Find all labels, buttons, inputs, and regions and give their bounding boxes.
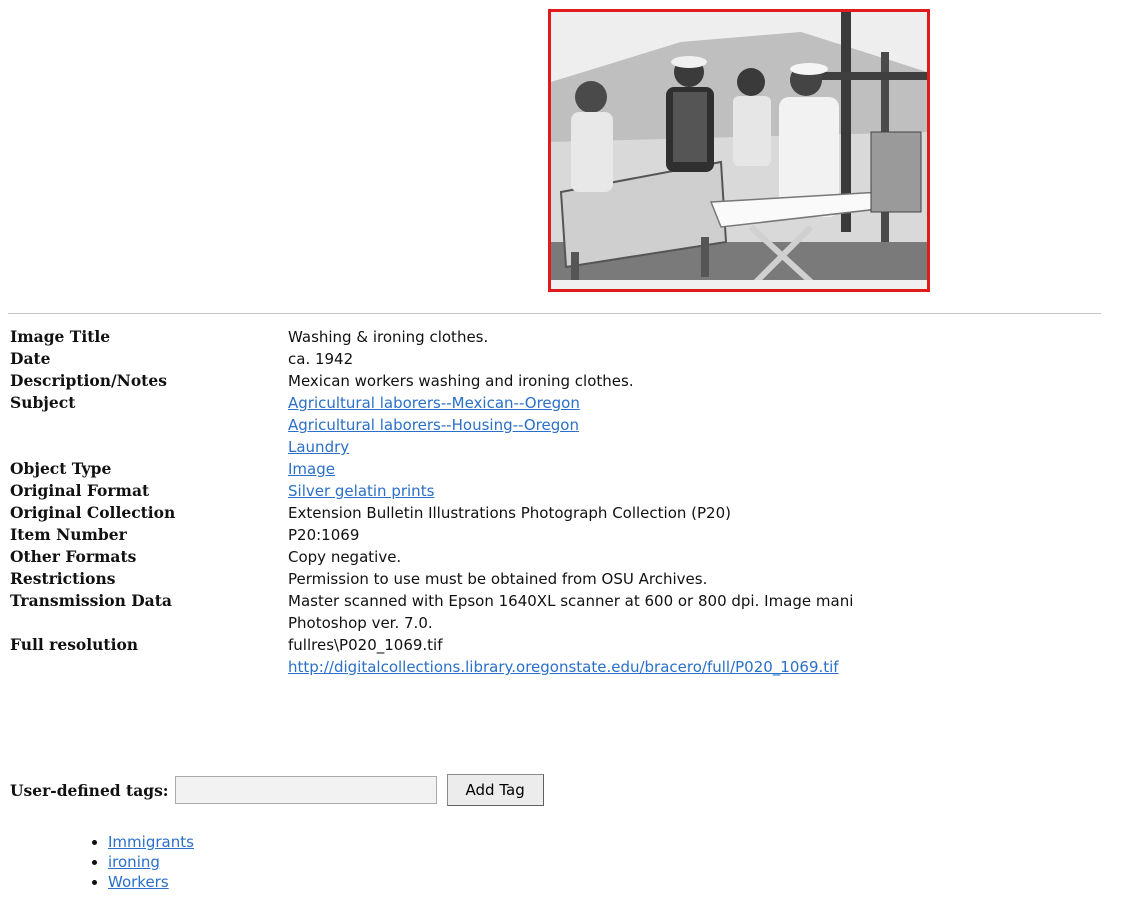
row-original-format: Original Format Silver gelatin prints xyxy=(10,480,1121,502)
tag-form-label: User-defined tags: xyxy=(10,780,169,800)
tag-list-item: ironing xyxy=(108,852,194,872)
add-tag-button[interactable]: Add Tag xyxy=(446,774,544,806)
value-image-title: Washing & ironing clothes. xyxy=(288,328,489,346)
row-image-title: Image Title Washing & ironing clothes. xyxy=(10,326,1121,348)
full-resolution-path: fullres\P020_1069.tif xyxy=(288,636,443,654)
full-resolution-link[interactable]: http://digitalcollections.library.oregon… xyxy=(288,656,1121,678)
label-other-formats: Other Formats xyxy=(10,547,137,566)
original-format-link[interactable]: Silver gelatin prints xyxy=(288,480,1121,502)
label-original-format: Original Format xyxy=(10,481,150,500)
label-image-title: Image Title xyxy=(10,327,111,346)
label-item-number: Item Number xyxy=(10,525,127,544)
subject-link-housing[interactable]: Agricultural laborers--Housing--Oregon xyxy=(288,414,1121,436)
label-full-resolution: Full resolution xyxy=(10,635,139,654)
label-subject: Subject xyxy=(10,393,76,412)
row-subject: Subject Agricultural laborers--Mexican--… xyxy=(10,392,1121,458)
row-original-collection: Original Collection Extension Bulletin I… xyxy=(10,502,1121,524)
value-description: Mexican workers washing and ironing clot… xyxy=(288,372,634,390)
photo-image xyxy=(551,12,927,289)
photo-thumbnail[interactable] xyxy=(548,9,930,292)
tag-list-item: Workers xyxy=(108,872,194,892)
row-full-resolution: Full resolution fullres\P020_1069.tif ht… xyxy=(10,634,1121,678)
row-other-formats: Other Formats Copy negative. xyxy=(10,546,1121,568)
divider xyxy=(8,313,1101,314)
label-restrictions: Restrictions xyxy=(10,569,116,588)
value-restrictions: Permission to use must be obtained from … xyxy=(288,570,708,588)
value-item-number: P20:1069 xyxy=(288,526,360,544)
object-type-link[interactable]: Image xyxy=(288,458,1121,480)
row-transmission-data: Transmission Data Master scanned with Ep… xyxy=(10,590,1121,634)
row-item-number: Item Number P20:1069 xyxy=(10,524,1121,546)
tag-form: User-defined tags: Add Tag xyxy=(10,774,544,806)
value-subject: Agricultural laborers--Mexican--Oregon A… xyxy=(288,392,1121,458)
row-date: Date ca. 1942 xyxy=(10,348,1121,370)
subject-link-mexican[interactable]: Agricultural laborers--Mexican--Oregon xyxy=(288,392,1121,414)
page: Image Title Washing & ironing clothes. D… xyxy=(0,0,1121,903)
value-original-format: Silver gelatin prints xyxy=(288,480,1121,502)
label-description: Description/Notes xyxy=(10,371,167,390)
value-full-resolution: fullres\P020_1069.tif http://digitalcoll… xyxy=(288,634,1121,678)
value-other-formats: Copy negative. xyxy=(288,548,402,566)
subject-link-laundry[interactable]: Laundry xyxy=(288,436,1121,458)
label-original-collection: Original Collection xyxy=(10,503,176,522)
tag-link-workers[interactable]: Workers xyxy=(108,873,169,891)
label-date: Date xyxy=(10,349,51,368)
tag-input[interactable] xyxy=(174,776,437,804)
value-date: ca. 1942 xyxy=(288,350,354,368)
label-object-type: Object Type xyxy=(10,459,112,478)
tag-link-immigrants[interactable]: Immigrants xyxy=(108,833,194,851)
metadata-table: Image Title Washing & ironing clothes. D… xyxy=(10,326,1121,678)
transmission-line-2: Photoshop ver. 7.0. xyxy=(288,614,433,632)
row-description: Description/Notes Mexican workers washin… xyxy=(10,370,1121,392)
value-original-collection: Extension Bulletin Illustrations Photogr… xyxy=(288,504,731,522)
tag-list-item: Immigrants xyxy=(108,832,194,852)
value-object-type: Image xyxy=(288,458,1121,480)
tag-list: Immigrants ironing Workers xyxy=(94,832,194,892)
label-transmission-data: Transmission Data xyxy=(10,591,172,610)
row-object-type: Object Type Image xyxy=(10,458,1121,480)
value-transmission-data: Master scanned with Epson 1640XL scanner… xyxy=(288,590,1121,634)
row-restrictions: Restrictions Permission to use must be o… xyxy=(10,568,1121,590)
tag-link-ironing[interactable]: ironing xyxy=(108,853,160,871)
transmission-line-1: Master scanned with Epson 1640XL scanner… xyxy=(288,592,854,610)
